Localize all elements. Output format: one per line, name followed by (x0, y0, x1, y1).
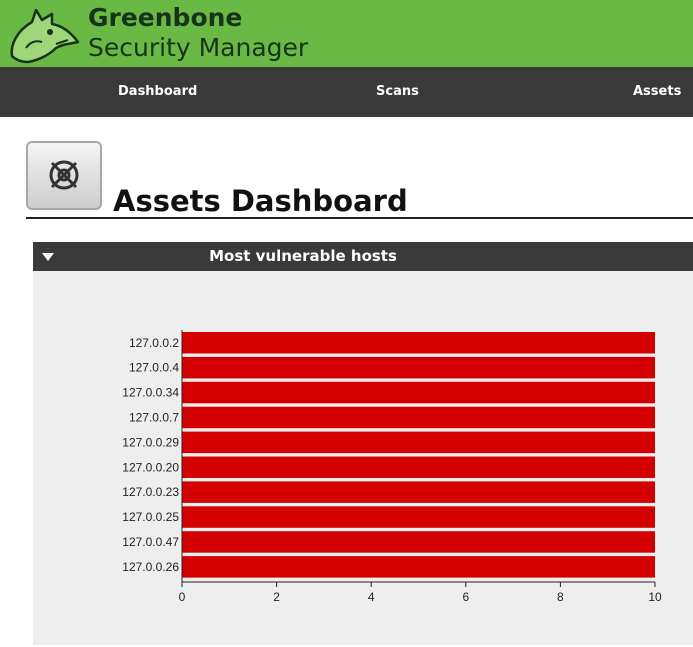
title-divider (26, 217, 693, 219)
y-tick-label: 127.0.0.7 (129, 410, 179, 424)
brand-name: Greenbone (88, 3, 243, 32)
bar-127.0.0.20 (182, 456, 655, 478)
bar-127.0.0.2 (182, 332, 655, 354)
y-tick-label: 127.0.0.2 (129, 336, 179, 350)
bar-127.0.0.25 (182, 506, 655, 528)
y-tick-label: 127.0.0.26 (122, 560, 179, 574)
bar-127.0.0.26 (182, 556, 655, 578)
panel-header: Most vulnerable hosts (33, 242, 693, 271)
nav-dashboard[interactable]: Dashboard (118, 67, 197, 117)
most-vulnerable-hosts-panel: Most vulnerable hosts 127.0.0.2 127.0.0.4… (33, 242, 693, 645)
y-tick-label: 127.0.0.20 (122, 460, 179, 474)
y-tick-label: 127.0.0.25 (122, 510, 179, 524)
x-tick-label: 0 (179, 590, 186, 604)
bar-127.0.0.47 (182, 531, 655, 553)
bar-127.0.0.23 (182, 481, 655, 503)
bar-127.0.0.7 (182, 406, 655, 429)
x-tick-label: 4 (368, 590, 375, 604)
bar-127.0.0.29 (182, 431, 655, 454)
app-header: Greenbone Security Manager (0, 0, 693, 67)
y-tick-label: 127.0.0.29 (122, 435, 179, 449)
brand-subtitle: Security Manager (88, 33, 309, 62)
y-tick-label: 127.0.0.4 (129, 361, 179, 375)
bar-127.0.0.4 (182, 356, 655, 379)
y-tick-label: 127.0.0.34 (122, 386, 179, 400)
bar-127.0.0.34 (182, 381, 655, 404)
greenbone-dragon-logo-icon[interactable] (6, 4, 86, 64)
panel-title: Most vulnerable hosts (209, 247, 397, 265)
hosts-bar-chart: 127.0.0.2 127.0.0.4 127.0.0.34 127.0.0.7 127… (122, 330, 662, 604)
main-nav: Dashboard Scans Assets (0, 67, 693, 117)
x-tick-label: 6 (462, 590, 469, 604)
page-title: Assets Dashboard (113, 184, 408, 218)
x-tick-label: 8 (557, 590, 564, 604)
x-tick-label: 10 (648, 590, 662, 604)
x-tick-label: 2 (273, 590, 280, 604)
nav-scans[interactable]: Scans (376, 67, 419, 117)
nav-assets[interactable]: Assets (633, 67, 681, 117)
assets-target-icon (49, 160, 79, 190)
y-tick-label: 127.0.0.23 (122, 485, 179, 499)
assets-page-icon (26, 141, 102, 210)
y-tick-label: 127.0.0.47 (122, 535, 179, 549)
